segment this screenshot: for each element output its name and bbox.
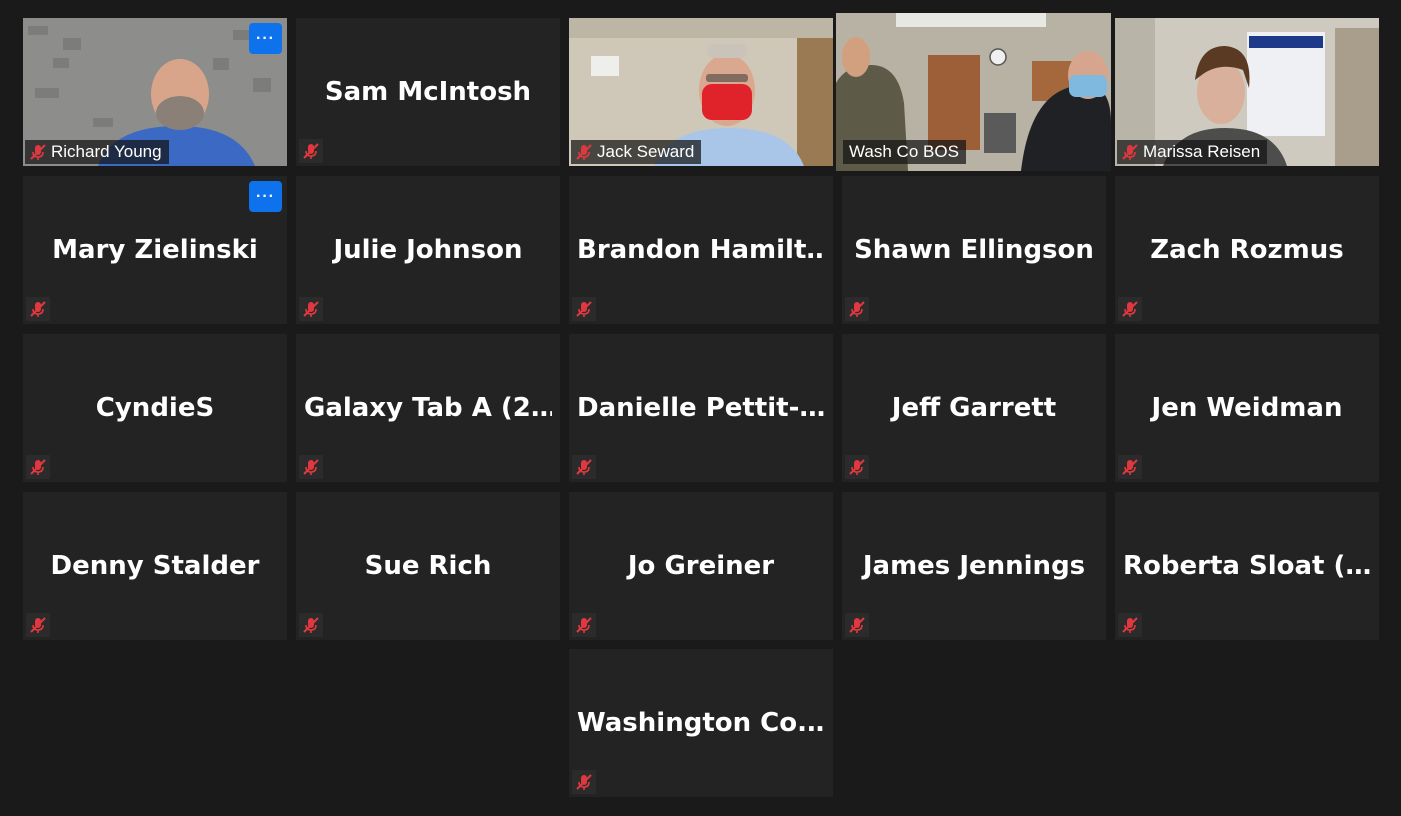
mic-muted-icon (299, 613, 323, 637)
participant-name: Mary Zielinski (52, 235, 258, 265)
participant-name: Jo Greiner (627, 551, 775, 581)
participant-name: CyndieS (95, 393, 215, 423)
participant-name: Sue Rich (364, 551, 492, 581)
mic-muted-icon (571, 140, 597, 164)
video-tile-galaxy-tab[interactable]: Galaxy Tab A (2… (296, 334, 560, 482)
video-tile-marissa-reisen[interactable]: Marissa Reisen (1115, 18, 1379, 166)
mic-muted-icon (572, 297, 596, 321)
mic-muted-icon (26, 455, 50, 479)
participant-name: Zach Rozmus (1150, 235, 1344, 265)
video-tile-james-jennings[interactable]: James Jennings (842, 492, 1106, 640)
mic-muted-icon (572, 455, 596, 479)
video-tile-cyndies[interactable]: CyndieS (23, 334, 287, 482)
participant-nametag: Jack Seward (571, 140, 702, 164)
mic-muted-icon (1117, 140, 1143, 164)
mic-muted-icon (845, 297, 869, 321)
video-tile-roberta-sloat[interactable]: Roberta Sloat (… (1115, 492, 1379, 640)
video-tile-mary-zielinski[interactable]: ··· Mary Zielinski (23, 176, 287, 324)
participant-name: Jen Weidman (1151, 393, 1343, 423)
video-tile-denny-stalder[interactable]: Denny Stalder (23, 492, 287, 640)
participant-name: Marissa Reisen (1143, 142, 1261, 161)
participant-nametag: Richard Young (25, 140, 169, 164)
mic-muted-icon (572, 770, 596, 794)
participant-nametag: Marissa Reisen (1117, 140, 1268, 164)
participant-name: James Jennings (862, 551, 1086, 581)
participant-name: Jeff Garrett (891, 393, 1057, 423)
video-tile-zach-rozmus[interactable]: Zach Rozmus (1115, 176, 1379, 324)
mic-muted-icon (572, 613, 596, 637)
mic-muted-icon (26, 613, 50, 637)
participant-name: Denny Stalder (50, 551, 260, 581)
video-tile-washington-co[interactable]: Washington Co.… (569, 649, 833, 797)
video-tile-julie-johnson[interactable]: Julie Johnson (296, 176, 560, 324)
more-options-button[interactable]: ··· (249, 181, 282, 212)
video-tile-jen-weidman[interactable]: Jen Weidman (1115, 334, 1379, 482)
mic-muted-icon (845, 455, 869, 479)
video-tile-brandon-hamilton[interactable]: Brandon Hamilt… (569, 176, 833, 324)
mic-muted-icon (26, 297, 50, 321)
participant-name: Jack Seward (597, 142, 695, 161)
video-tile-jack-seward[interactable]: Jack Seward (569, 18, 833, 166)
participant-name: Shawn Ellingson (854, 235, 1094, 265)
video-tile-sue-rich[interactable]: Sue Rich (296, 492, 560, 640)
participant-name: Richard Young (51, 142, 162, 161)
participant-name: Danielle Pettit-… (577, 393, 825, 423)
participant-name: Brandon Hamilt… (577, 235, 825, 265)
mic-muted-icon (25, 140, 51, 164)
mic-muted-icon (299, 139, 323, 163)
video-tile-shawn-ellingson[interactable]: Shawn Ellingson (842, 176, 1106, 324)
mic-muted-icon (1118, 297, 1142, 321)
mic-muted-icon (845, 613, 869, 637)
video-tile-danielle-pettit[interactable]: Danielle Pettit-… (569, 334, 833, 482)
participant-nametag: Wash Co BOS (843, 140, 966, 164)
mic-muted-icon (1118, 613, 1142, 637)
more-options-icon: ··· (256, 29, 275, 47)
participant-name: Sam McIntosh (324, 77, 532, 107)
mic-muted-icon (299, 455, 323, 479)
video-tile-wash-co-bos[interactable]: Wash Co BOS (836, 13, 1111, 171)
video-tile-jeff-garrett[interactable]: Jeff Garrett (842, 334, 1106, 482)
more-options-button[interactable]: ··· (249, 23, 282, 54)
video-tile-jo-greiner[interactable]: Jo Greiner (569, 492, 833, 640)
mic-muted-icon (1118, 455, 1142, 479)
video-tile-richard-young[interactable]: ··· Richard Young (23, 18, 287, 166)
mic-muted-icon (299, 297, 323, 321)
video-tile-sam-mcintosh[interactable]: Sam McIntosh (296, 18, 560, 166)
participant-name: Julie Johnson (333, 235, 523, 265)
participant-name: Galaxy Tab A (2… (304, 393, 552, 423)
more-options-icon: ··· (256, 187, 275, 205)
participant-name: Washington Co.… (577, 708, 825, 738)
participant-name: Roberta Sloat (… (1123, 551, 1371, 581)
participant-name: Wash Co BOS (849, 142, 959, 161)
